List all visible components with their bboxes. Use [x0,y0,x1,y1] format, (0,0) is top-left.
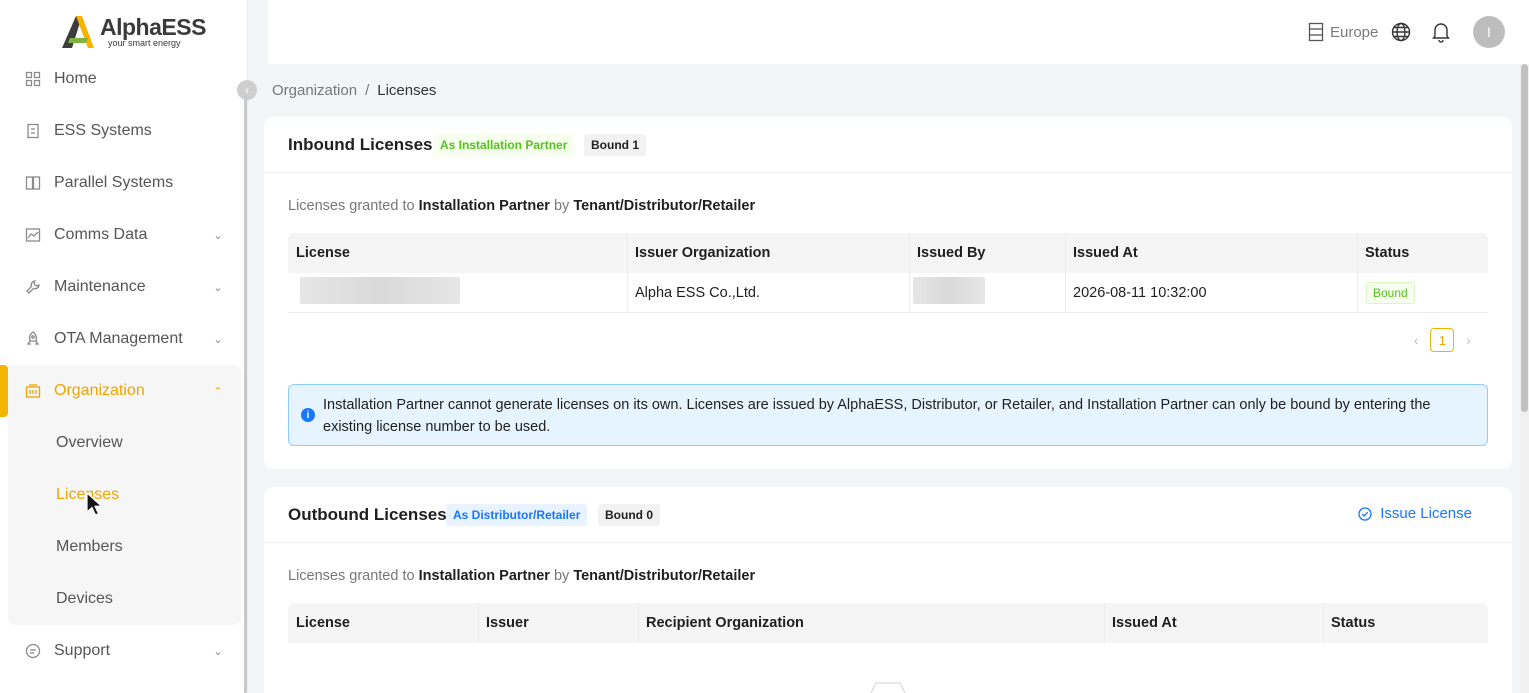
chevron-down-icon: ⌄ [213,333,223,346]
alert-text: Installation Partner cannot generate lic… [323,397,1431,435]
outbound-description: Licenses granted to Installation Partner… [288,568,756,584]
home-icon [24,70,42,88]
logo-name: AlphaESS [100,14,206,40]
table-header: License Issuer Recipient Organization Is… [288,603,1488,643]
alphaess-logo[interactable]: AlphaESS your smart energy [58,12,206,52]
logo-icon [62,16,94,48]
cell-issuer-org: Alpha ESS Co.,Ltd. [635,285,760,301]
column-status: Status [1331,615,1376,631]
mouse-cursor [86,492,104,516]
sidebar-item-parallel-systems[interactable]: Parallel Systems [0,157,240,209]
column-issuer-organization: Issuer Organization [635,245,771,261]
inbound-table: License Issuer Organization Issued By Is… [288,233,1488,313]
inbound-licenses-card: Inbound Licenses As Installation Partner… [264,117,1512,469]
column-issued-at: Issued At [1112,615,1177,631]
chart-icon [24,226,42,244]
check-circle-icon [1358,506,1372,521]
empty-state-icon [870,682,906,693]
breadcrumb-separator: / [365,82,370,99]
sidebar-item-organization[interactable]: Organization ⌃ [0,365,240,417]
wrench-icon [24,278,42,296]
prev-page-icon[interactable]: ‹ [1414,333,1418,348]
sidebar-item-maintenance[interactable]: Maintenance ⌄ [0,261,240,313]
ess-icon [24,122,42,140]
sidebar-item-label: Organization [54,382,145,399]
sidebar-subitem-members[interactable]: Members [56,538,123,556]
sidebar-item-label: Support [54,642,111,659]
chevron-down-icon: ⌄ [213,281,223,294]
sidebar-item-label: OTA Management [54,330,183,347]
bell-icon [1432,23,1450,43]
cell-issued-at: 2026-08-11 10:32:00 [1073,285,1207,301]
breadcrumb: Organization / Licenses [272,82,436,99]
sidebar-subitem-overview[interactable]: Overview [56,434,123,452]
column-license: License [296,615,350,631]
column-license: License [296,245,350,261]
parallel-icon [24,174,42,192]
inbound-description: Licenses granted to Installation Partner… [288,198,756,214]
chevron-down-icon: ⌄ [213,229,223,242]
language-button[interactable] [1391,22,1411,45]
column-status: Status [1365,245,1410,261]
outbound-title: Outbound Licenses [288,505,447,524]
inbound-role-tag: As Installation Partner [433,134,575,156]
license-redacted [300,277,460,304]
table-header: License Issuer Organization Issued By Is… [288,233,1488,273]
column-issuer: Issuer [486,615,529,631]
logo-tagline: your smart energy [108,38,181,48]
sidebar-item-label: ESS Systems [54,122,152,139]
page-number[interactable]: 1 [1430,328,1455,352]
sidebar-subitem-devices[interactable]: Devices [56,590,113,608]
outbound-table: License Issuer Recipient Organization Is… [288,603,1488,693]
notifications-button[interactable] [1431,21,1451,46]
sidebar-item-ess-systems[interactable]: ESS Systems [0,105,240,157]
sidebar: AlphaESS your smart energy ‹ Home ESS Sy… [0,0,257,693]
sidebar-item-label: Maintenance [54,278,146,295]
breadcrumb-current: Licenses [377,82,437,99]
breadcrumb-organization[interactable]: Organization [272,82,357,99]
sidebar-item-home[interactable]: Home [0,53,240,105]
outbound-licenses-card: Outbound Licenses As Distributor/Retaile… [264,487,1512,693]
pagination: ‹ 1 › [1414,328,1471,352]
globe-icon [1391,22,1411,42]
sidebar-scrollbar[interactable] [244,96,247,693]
sidebar-item-ota-management[interactable]: OTA Management ⌄ [0,313,240,365]
sidebar-collapse-button[interactable]: ‹ [237,80,257,100]
column-issued-at: Issued At [1073,245,1138,261]
inbound-count-tag: Bound 1 [584,134,646,156]
region-selector[interactable]: Europe [1308,22,1378,42]
card-divider [264,172,1512,173]
info-alert: i Installation Partner cannot generate l… [288,384,1488,446]
issue-license-label: Issue License [1380,505,1472,522]
status-badge: Bound [1366,282,1415,304]
next-page-icon[interactable]: › [1466,333,1470,348]
card-divider [264,542,1512,543]
chat-icon [24,642,42,660]
server-icon [1308,22,1324,42]
column-recipient-organization: Recipient Organization [646,615,804,631]
rocket-icon [24,330,42,348]
sidebar-item-label: Parallel Systems [54,174,174,191]
page-scrollbar-thumb[interactable] [1521,64,1528,412]
issue-license-button[interactable]: Issue License [1358,505,1472,522]
avatar[interactable]: I [1473,16,1505,48]
outbound-role-tag: As Distributor/Retailer [446,504,588,526]
info-icon: i [301,408,315,422]
region-label: Europe [1330,23,1379,41]
sidebar-item-comms-data[interactable]: Comms Data ⌄ [0,209,240,261]
column-issued-by: Issued By [917,245,986,261]
table-row[interactable]: Alpha ESS Co.,Ltd. 2026-08-11 10:32:00 B… [288,273,1488,313]
sidebar-item-label: Home [54,70,97,87]
sidebar-item-label: Comms Data [54,226,148,243]
building-icon [24,382,42,400]
sidebar-item-support[interactable]: Support ⌄ [0,625,240,677]
issued-by-redacted [913,277,985,304]
outbound-count-tag: Bound 0 [598,504,660,526]
chevron-down-icon: ⌄ [213,645,223,658]
inbound-title: Inbound Licenses [288,135,433,154]
chevron-up-icon: ⌃ [213,385,223,398]
